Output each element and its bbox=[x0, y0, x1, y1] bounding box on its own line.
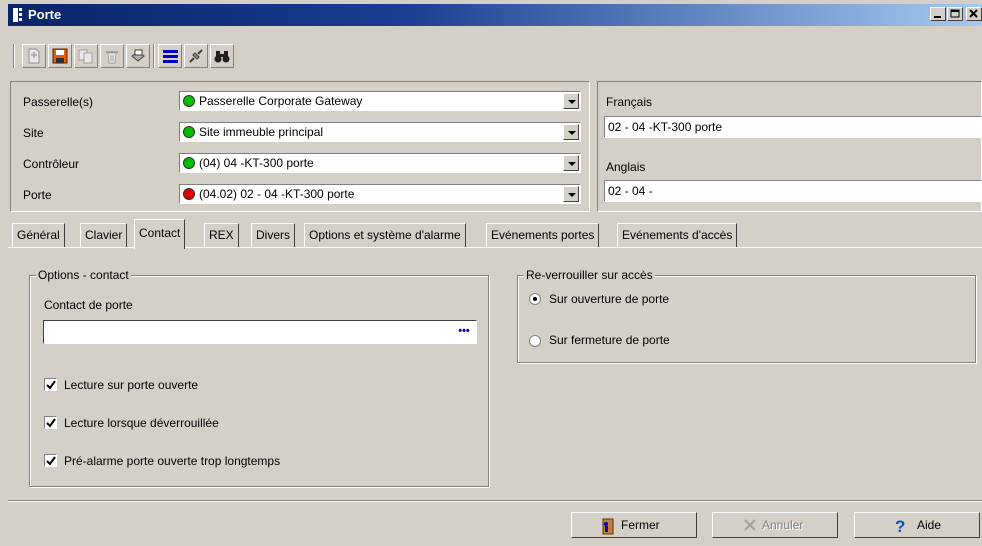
door-contact-label: Contact de porte bbox=[44, 298, 133, 312]
cancel-icon bbox=[744, 519, 756, 531]
tab-contact[interactable]: Contact bbox=[134, 219, 186, 249]
relock-group bbox=[517, 275, 976, 363]
tab-door-events[interactable]: Evénements portes bbox=[486, 223, 600, 247]
tab-rex[interactable]: REX bbox=[204, 223, 239, 247]
tab-alarm-options[interactable]: Options et système d'alarme bbox=[304, 223, 466, 247]
door-contact-input[interactable]: ••• bbox=[43, 320, 477, 344]
footer-separator bbox=[8, 500, 982, 502]
checkmark-icon bbox=[46, 380, 56, 390]
help-button-label: Aide bbox=[917, 518, 942, 532]
svg-text:?: ? bbox=[895, 517, 905, 535]
title-bar[interactable]: Porte bbox=[8, 4, 982, 26]
relock-on-open-label: Sur ouverture de porte bbox=[549, 292, 670, 306]
controller-select[interactable]: (04) 04 -KT-300 porte bbox=[179, 153, 581, 173]
prealarm-label: Pré-alarme porte ouverte trop longtemps bbox=[64, 454, 281, 468]
gateway-value: Passerelle Corporate Gateway bbox=[199, 94, 363, 108]
read-unlocked-checkbox[interactable] bbox=[44, 416, 57, 429]
tab-divers[interactable]: Divers bbox=[251, 223, 296, 247]
relock-on-close-label: Sur fermeture de porte bbox=[549, 333, 670, 347]
site-value: Site immeuble principal bbox=[199, 125, 324, 139]
binoculars-icon bbox=[214, 51, 230, 63]
gateway-select[interactable]: Passerelle Corporate Gateway bbox=[179, 91, 581, 111]
status-ok-icon bbox=[183, 157, 195, 169]
find-button[interactable] bbox=[210, 44, 234, 68]
tab-clavier[interactable]: Clavier bbox=[80, 223, 128, 247]
save-button[interactable] bbox=[48, 44, 72, 68]
checkmark-icon bbox=[46, 418, 56, 428]
link-button[interactable] bbox=[184, 44, 208, 68]
read-unlocked-label: Lecture lorsque déverrouillée bbox=[64, 416, 219, 430]
list-icon bbox=[163, 50, 178, 63]
read-open-door-label: Lecture sur porte ouverte bbox=[64, 378, 199, 392]
delete-button[interactable] bbox=[100, 44, 124, 68]
chevron-down-icon[interactable] bbox=[563, 186, 579, 202]
site-select[interactable]: Site immeuble principal bbox=[179, 122, 581, 142]
checkmark-icon bbox=[46, 456, 56, 466]
cancel-button[interactable]: Annuler bbox=[712, 512, 838, 538]
maximize-button[interactable] bbox=[947, 7, 963, 21]
site-label: Site bbox=[23, 126, 44, 140]
door-app-icon bbox=[13, 8, 22, 22]
chevron-down-icon[interactable] bbox=[563, 124, 579, 140]
browse-button[interactable]: ••• bbox=[454, 323, 474, 341]
link-icon bbox=[189, 49, 203, 63]
print-icon bbox=[131, 49, 145, 62]
chevron-down-icon[interactable] bbox=[563, 93, 579, 109]
french-name-value: 02 - 04 -KT-300 porte bbox=[608, 120, 723, 134]
english-label: Anglais bbox=[606, 160, 646, 174]
relock-on-close-radio[interactable] bbox=[529, 335, 541, 347]
cancel-button-label: Annuler bbox=[762, 518, 804, 532]
print-button[interactable] bbox=[126, 44, 150, 68]
relock-title: Re-verrouiller sur accès bbox=[524, 268, 655, 282]
tab-general[interactable]: Général bbox=[12, 223, 65, 247]
minimize-button[interactable] bbox=[930, 7, 946, 21]
status-ok-icon bbox=[183, 126, 195, 138]
close-window-button[interactable] bbox=[966, 7, 982, 21]
copy-icon bbox=[78, 49, 93, 64]
minimize-icon bbox=[934, 16, 941, 18]
radio-dot-icon bbox=[533, 297, 537, 301]
maximize-icon bbox=[950, 9, 960, 18]
help-icon: ? bbox=[895, 517, 905, 535]
window-title: Porte bbox=[28, 7, 62, 22]
french-label: Français bbox=[606, 95, 653, 109]
close-icon bbox=[969, 9, 978, 18]
close-button[interactable]: Fermer bbox=[571, 512, 697, 538]
door-value: (04.02) 02 - 04 -KT-300 porte bbox=[199, 187, 355, 201]
contact-options-title: Options - contact bbox=[36, 268, 131, 282]
relock-on-open-radio[interactable] bbox=[529, 293, 541, 305]
read-open-door-checkbox[interactable] bbox=[44, 378, 57, 391]
english-name-value: 02 - 04 - bbox=[608, 184, 653, 198]
door-select[interactable]: (04.02) 02 - 04 -KT-300 porte bbox=[179, 184, 581, 204]
status-ok-icon bbox=[183, 95, 195, 107]
list-button[interactable] bbox=[158, 44, 182, 68]
gateway-label: Passerelle(s) bbox=[23, 95, 94, 109]
close-button-label: Fermer bbox=[621, 518, 660, 532]
tab-access-events[interactable]: Evénements d'accès bbox=[617, 223, 738, 247]
help-button[interactable]: ? Aide bbox=[854, 512, 980, 538]
status-alarm-icon bbox=[183, 188, 195, 200]
save-icon bbox=[52, 48, 68, 64]
controller-label: Contrôleur bbox=[23, 157, 80, 171]
door-label: Porte bbox=[23, 188, 52, 202]
chevron-down-icon[interactable] bbox=[563, 155, 579, 171]
toolbar-separator bbox=[13, 44, 15, 68]
new-button[interactable] bbox=[22, 44, 46, 68]
prealarm-checkbox[interactable] bbox=[44, 454, 57, 467]
exit-door-icon bbox=[602, 518, 614, 535]
copy-button[interactable] bbox=[74, 44, 98, 68]
french-name-input[interactable]: 02 - 04 -KT-300 porte bbox=[604, 116, 982, 138]
english-name-input[interactable]: 02 - 04 - bbox=[604, 180, 982, 202]
new-icon bbox=[28, 48, 40, 64]
controller-value: (04) 04 -KT-300 porte bbox=[199, 156, 314, 170]
toolbar-separator bbox=[153, 44, 155, 68]
delete-icon bbox=[106, 51, 118, 64]
